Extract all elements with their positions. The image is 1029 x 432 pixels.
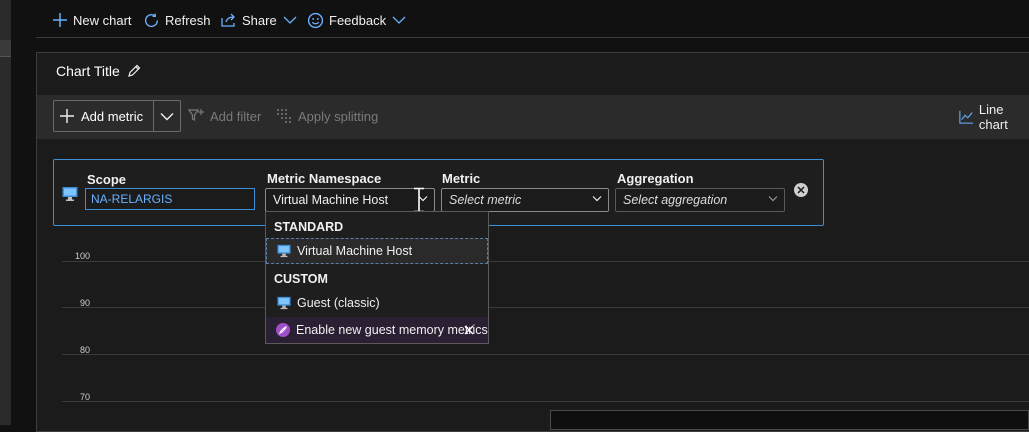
share-button[interactable]: Share xyxy=(220,10,298,30)
feedback-button[interactable]: Feedback xyxy=(307,10,407,30)
namespace-label: Metric Namespace xyxy=(267,171,382,186)
pencil-icon[interactable] xyxy=(126,63,142,79)
new-chart-label: New chart xyxy=(73,12,132,28)
share-label: Share xyxy=(242,12,277,28)
add-metric-button[interactable]: Add metric xyxy=(54,101,155,131)
left-rail xyxy=(0,0,11,425)
plus-icon xyxy=(53,13,67,27)
apply-splitting-label: Apply splitting xyxy=(298,108,379,124)
dropdown-option-virtual-machine-host[interactable]: Virtual Machine Host xyxy=(277,244,412,258)
chart-title[interactable]: Chart Title xyxy=(56,63,142,79)
command-bar-divider xyxy=(36,37,1029,38)
aggregation-label: Aggregation xyxy=(617,171,694,186)
new-chart-button[interactable]: New chart xyxy=(52,10,132,30)
scope-input[interactable]: NA-RELARGIS xyxy=(85,188,255,210)
chevron-down-icon xyxy=(592,196,602,202)
remove-metric-button[interactable] xyxy=(794,183,808,197)
dropdown-option-guest-classic[interactable]: Guest (classic) xyxy=(277,296,380,310)
refresh-label: Refresh xyxy=(165,12,211,28)
guest-metrics-promo-content[interactable]: Enable new guest memory metrics xyxy=(276,323,488,337)
y-tick-label: 100 xyxy=(74,251,90,261)
refresh-icon xyxy=(145,13,159,27)
gridline xyxy=(62,307,1029,308)
add-filter-button[interactable]: Add filter xyxy=(188,108,261,124)
chevron-down-icon xyxy=(392,16,406,24)
close-icon xyxy=(797,186,805,194)
gridline xyxy=(62,401,1029,402)
refresh-button[interactable]: Refresh xyxy=(143,10,211,30)
metric-label: Metric xyxy=(442,171,481,186)
feedback-label: Feedback xyxy=(329,12,387,28)
add-metric-label: Add metric xyxy=(81,108,144,124)
chevron-down-icon xyxy=(768,196,778,202)
add-filter-label: Add filter xyxy=(210,108,262,124)
plus-icon xyxy=(60,109,74,123)
chart-title-text: Chart Title xyxy=(56,63,120,79)
promo-label: Enable new guest memory metrics xyxy=(296,323,488,337)
gridline xyxy=(62,261,1029,262)
text-cursor-icon xyxy=(414,187,424,213)
close-icon[interactable] xyxy=(463,324,475,336)
apply-splitting-button[interactable]: Apply splitting xyxy=(276,108,378,124)
add-metric-dropdown-button[interactable] xyxy=(154,101,180,131)
filter-plus-icon xyxy=(188,109,204,121)
virtual-machine-icon xyxy=(277,244,291,258)
metric-placeholder: Select metric xyxy=(449,193,522,207)
virtual-machine-icon xyxy=(277,296,291,310)
add-metric-split-button[interactable]: Add metric xyxy=(53,100,181,132)
rail-toggle[interactable] xyxy=(0,40,11,56)
rocket-icon xyxy=(276,323,290,337)
smiley-icon xyxy=(307,12,324,28)
option-label: Guest (classic) xyxy=(297,296,380,310)
metric-select[interactable]: Select metric xyxy=(441,188,609,212)
chevron-down-icon xyxy=(283,16,297,24)
chart-overlay-panel xyxy=(550,410,1029,430)
virtual-machine-icon xyxy=(62,187,78,201)
line-chart-button[interactable]: Line chart xyxy=(959,102,1029,132)
aggregation-select[interactable]: Select aggregation xyxy=(615,188,785,212)
custom-header: CUSTOM xyxy=(274,272,328,286)
rail-divider xyxy=(0,56,11,57)
line-chart-icon xyxy=(959,110,974,124)
option-label: Virtual Machine Host xyxy=(297,244,413,258)
namespace-value: Virtual Machine Host xyxy=(273,193,389,207)
standard-header: STANDARD xyxy=(274,220,344,234)
chevron-down-icon xyxy=(160,112,174,120)
chart-toolbar xyxy=(37,95,1029,139)
namespace-select[interactable]: Virtual Machine Host xyxy=(265,188,435,212)
gridline xyxy=(62,354,1029,355)
line-chart-label: Line chart xyxy=(978,102,1008,132)
aggregation-placeholder: Select aggregation xyxy=(623,193,728,207)
scope-label: Scope xyxy=(87,172,127,187)
share-icon xyxy=(221,13,235,27)
splitting-icon xyxy=(277,109,291,123)
